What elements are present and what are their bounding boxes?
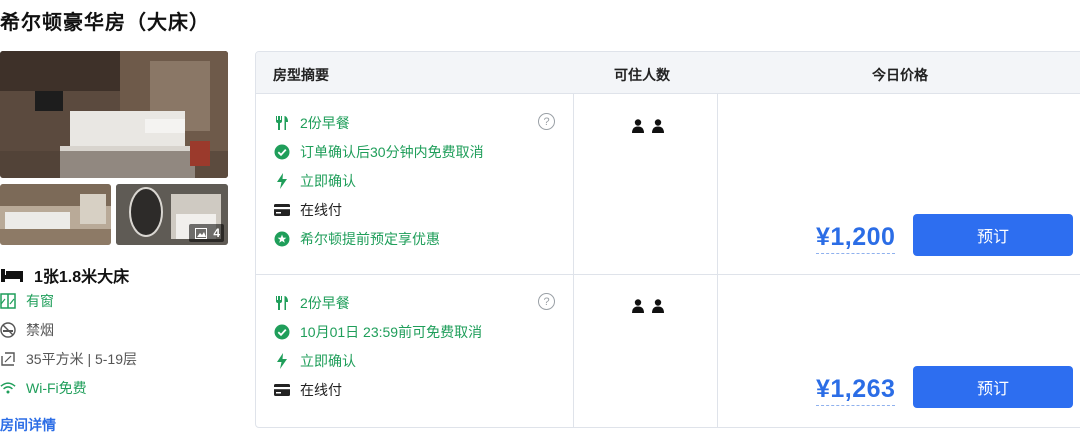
offer-breakfast: 2份早餐 [274,113,350,133]
bed-info: 1张1.8米大床 [0,263,129,287]
feature-label: 禁烟 [26,322,54,338]
book-button[interactable]: 预订 [913,366,1073,408]
feature-label: 有窗 [26,293,54,309]
header-price: 今日价格 [872,67,928,83]
offer-payment: 在线付 [274,200,342,220]
area-icon [0,351,16,367]
offer-label: 立即确认 [300,173,356,189]
bed-icon [0,267,24,283]
window-icon [0,293,16,309]
check-circle-icon [274,144,290,160]
room-details-link[interactable]: 房间详情 [0,415,56,435]
image-icon [193,225,209,241]
lightning-icon [274,353,290,369]
offer-cancellation: 10月01日 23:59前可免费取消 [274,322,482,342]
feature-no-smoking: 禁烟 [0,320,54,340]
lightning-icon [274,173,290,189]
room-title: 希尔顿豪华房（大床） [0,12,210,34]
feature-window: 有窗 [0,291,54,311]
help-icon[interactable]: ? [538,293,555,310]
header-room-summary: 房型摘要 [273,67,329,83]
utensils-icon [274,115,290,131]
offer-payment: 在线付 [274,380,342,400]
offer-label: 2份早餐 [300,115,350,131]
person-icon [650,298,666,314]
offer-breakfast: 2份早餐 [274,293,350,313]
rate-table: 房型摘要 可住人数 今日价格 2份早餐 订单确认后30分钟内免费取消 立即确认 [255,51,1080,428]
card-icon [274,382,290,398]
offer-label: 10月01日 23:59前可免费取消 [300,324,483,340]
header-occupancy: 可住人数 [614,67,670,83]
photo-count-badge[interactable]: 4 [189,224,224,242]
table-header: 房型摘要 可住人数 今日价格 [256,52,1080,94]
no-smoking-icon [0,322,16,338]
offer-label: 在线付 [300,382,342,398]
room-photo-thumb[interactable]: 4 [116,184,228,245]
card-icon [274,202,290,218]
offer-label: 希尔顿提前预定享优惠 [300,231,440,247]
help-icon[interactable]: ? [538,113,555,130]
row-divider [256,274,1080,275]
book-button[interactable]: 预订 [913,214,1073,256]
feature-wifi: Wi-Fi免费 [0,378,87,398]
offer-label: 订单确认后30分钟内免费取消 [300,144,484,160]
person-icon [630,118,646,134]
star-badge-icon [274,231,290,247]
offer-label: 立即确认 [300,353,356,369]
utensils-icon [274,295,290,311]
feature-area: 35平方米 | 5-19层 [0,349,137,369]
person-icon [650,118,666,134]
feature-label: Wi-Fi免费 [26,380,87,396]
price[interactable]: ¥1,200 [816,223,896,254]
column-divider [573,94,574,427]
offer-label: 在线付 [300,202,342,218]
offer-cancellation: 订单确认后30分钟内免费取消 [274,142,484,162]
offer-promotion: 希尔顿提前预定享优惠 [274,229,440,249]
wifi-icon [0,380,16,396]
price[interactable]: ¥1,263 [816,375,896,406]
room-photo-main[interactable] [0,51,228,178]
photo-count: 4 [213,226,220,240]
offer-instant-confirm: 立即确认 [274,171,356,191]
bed-type: 1张1.8米大床 [34,269,130,286]
guest-count [630,298,666,314]
check-circle-icon [274,324,290,340]
offer-instant-confirm: 立即确认 [274,351,356,371]
offer-label: 2份早餐 [300,295,350,311]
room-photo-thumb[interactable] [0,184,111,245]
guest-count [630,118,666,134]
person-icon [630,298,646,314]
feature-label: 35平方米 | 5-19层 [26,351,138,367]
column-divider [717,94,718,427]
